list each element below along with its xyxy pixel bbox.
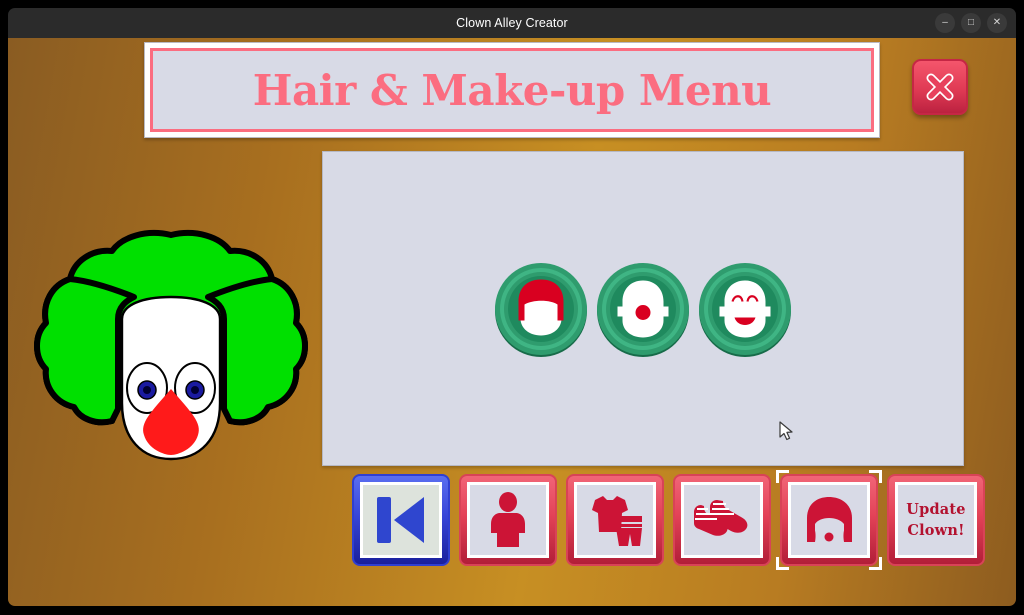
option-hair-style[interactable] <box>493 260 590 357</box>
minimize-button[interactable]: – <box>935 13 955 33</box>
app-canvas: Hair & Make-up Menu Update Clown! <box>8 38 1016 606</box>
clothes-button[interactable] <box>566 474 664 566</box>
update-label-line2: Clown! <box>907 522 965 539</box>
title-bar: Clown Alley Creator – □ ✕ <box>8 8 1016 38</box>
close-x-icon <box>926 73 954 101</box>
hair-style-icon <box>495 262 587 357</box>
maximize-button[interactable]: □ <box>961 13 981 33</box>
tool-toolbar: Update Clown! <box>352 470 985 570</box>
window-title: Clown Alley Creator <box>456 16 568 30</box>
body-button-inner <box>467 482 549 558</box>
hair-icon <box>807 497 852 542</box>
shoes-button-inner <box>681 482 763 558</box>
body-button[interactable] <box>459 474 557 566</box>
person-icon <box>491 492 525 547</box>
selection-corner-top-right <box>869 470 882 483</box>
update-clown-label: Update Clown! <box>906 499 965 541</box>
update-clown-button-inner: Update Clown! <box>895 482 977 558</box>
selection-corner-bottom-right <box>869 557 882 570</box>
shoes-button[interactable] <box>673 474 771 566</box>
back-button[interactable] <box>352 474 450 566</box>
selection-corner-bottom-left <box>776 557 789 570</box>
clown-preview <box>26 223 316 483</box>
window-controls: – □ ✕ <box>935 13 1007 33</box>
nose-icon <box>597 262 689 357</box>
makeup-icon <box>699 262 791 357</box>
hair-button-inner <box>788 482 870 558</box>
options-panel <box>322 151 964 466</box>
shoes-icon <box>694 500 748 536</box>
app-window: Clown Alley Creator – □ ✕ Hair & Make-up… <box>0 0 1024 615</box>
header-banner-inner: Hair & Make-up Menu <box>150 48 874 132</box>
header-banner: Hair & Make-up Menu <box>144 42 880 138</box>
clown-figure-icon <box>34 229 308 461</box>
update-label-line1: Update <box>906 500 966 518</box>
page-title: Hair & Make-up Menu <box>252 65 772 115</box>
hair-button[interactable] <box>776 470 882 570</box>
close-menu-button[interactable] <box>912 59 968 115</box>
options-row <box>493 260 794 357</box>
clothes-icon <box>592 496 642 546</box>
option-makeup[interactable] <box>697 260 794 357</box>
clothes-button-inner <box>574 482 656 558</box>
close-window-button[interactable]: ✕ <box>987 13 1007 33</box>
option-nose[interactable] <box>595 260 692 357</box>
selection-corner-top-left <box>776 470 789 483</box>
back-button-inner <box>360 482 442 558</box>
update-clown-button[interactable]: Update Clown! <box>887 474 985 566</box>
previous-track-icon <box>377 497 424 543</box>
